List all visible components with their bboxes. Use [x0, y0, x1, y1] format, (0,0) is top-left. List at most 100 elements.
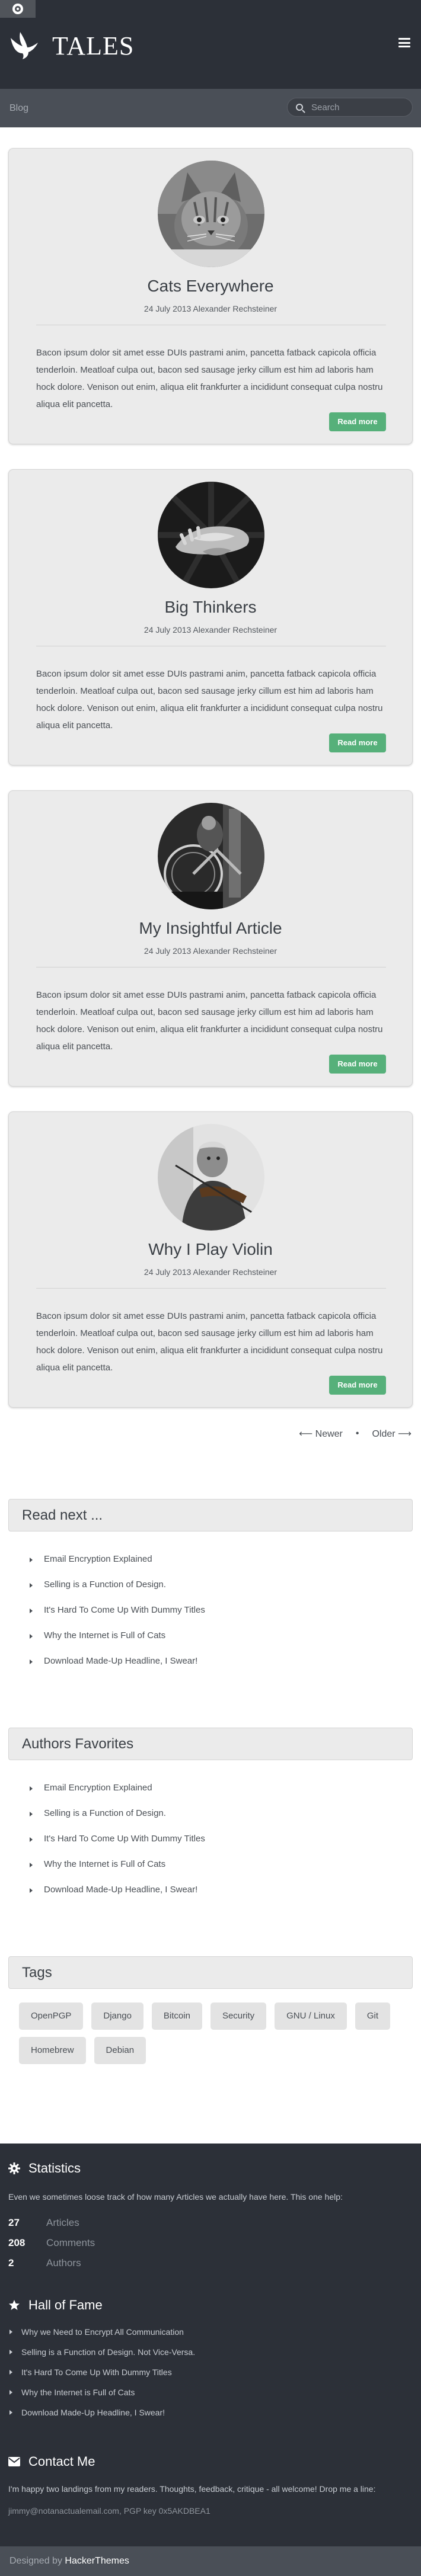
list-item: Download Made-Up Headline, I Swear! [27, 1655, 205, 1681]
read-more-button[interactable]: Read more [329, 1376, 386, 1395]
article-title[interactable]: Why I Play Violin [9, 1240, 412, 1259]
hamburger-icon[interactable] [398, 38, 410, 47]
contact-text: I'm happy two landings from my readers. … [8, 2484, 376, 2494]
favorite-link[interactable]: Why the Internet is Full of Cats [44, 1859, 165, 1869]
read-next-link[interactable]: Why the Internet is Full of Cats [44, 1630, 165, 1641]
article-title[interactable]: Cats Everywhere [9, 277, 412, 296]
favorite-link[interactable]: It's Hard To Come Up With Dummy Titles [44, 1834, 205, 1844]
stat-articles: 27 Articles [8, 2213, 79, 2233]
statistics-text: Even we sometimes loose track of how man… [8, 2192, 343, 2202]
site-logo[interactable]: TALES [8, 30, 134, 62]
list-item: It's Hard To Come Up With Dummy Titles [27, 1833, 205, 1859]
authors-favorites-list: Email Encryption Explained Selling is a … [27, 1782, 205, 1909]
stat-number: 27 [8, 2217, 20, 2228]
tag[interactable]: GNU / Linux [275, 2003, 347, 2030]
stat-number: 2 [8, 2257, 14, 2269]
envelope-icon [8, 2456, 20, 2468]
read-more-button[interactable]: Read more [329, 412, 386, 431]
credits-bar: Designed by HackerThemes [0, 2546, 421, 2576]
read-next-link[interactable]: Email Encryption Explained [44, 1554, 152, 1564]
list-item: Selling is a Function of Design. [27, 1808, 205, 1833]
list-item: Why the Internet is Full of Cats [27, 1630, 205, 1655]
read-next-link[interactable]: Selling is a Function of Design. [44, 1579, 166, 1590]
pagination-separator: • [355, 1428, 359, 1438]
favorite-link[interactable]: Download Made-Up Headline, I Swear! [44, 1885, 197, 1895]
read-next-list: Email Encryption Explained Selling is a … [27, 1553, 205, 1681]
article-title[interactable]: My Insightful Article [9, 919, 412, 938]
tag[interactable]: OpenPGP [19, 2003, 84, 2030]
article-meta: 24 July 2013 Alexander Rechsteiner [143, 946, 278, 956]
article-excerpt: Bacon ipsum dolor sit amet esse DUIs pas… [36, 990, 383, 1052]
newer-link[interactable]: ⟵ Newer [299, 1428, 343, 1440]
read-more-button[interactable]: Read more [329, 1055, 386, 1074]
hall-of-fame-link[interactable]: Why we Need to Encrypt All Communication [21, 2327, 184, 2337]
authors-favorites-heading: Authors Favorites [8, 1728, 413, 1760]
list-item: Email Encryption Explained [27, 1782, 205, 1808]
stat-label: Authors [46, 2257, 81, 2269]
stat-label: Comments [46, 2237, 95, 2248]
gear-icon [12, 4, 23, 14]
divider [36, 1288, 386, 1289]
hall-of-fame-heading: Hall of Fame [8, 2298, 103, 2313]
logo-text: TALES [52, 31, 135, 60]
favorite-link[interactable]: Selling is a Function of Design. [44, 1808, 166, 1818]
statistics-heading: Statistics [8, 2161, 81, 2176]
site-header: TALES [0, 0, 421, 89]
tag[interactable]: Security [210, 2003, 267, 2030]
breadcrumb[interactable]: Blog [9, 103, 28, 114]
article-card: Why I Play Violin 24 July 2013 Alexander… [8, 1111, 413, 1408]
list-item: Download Made-Up Headline, I Swear! [8, 2407, 195, 2427]
email-link[interactable]: jimmy@notanactualemail.com, PGP key 0x5A… [8, 2506, 210, 2516]
tag[interactable]: Bitcoin [151, 2003, 202, 2030]
hall-of-fame-link[interactable]: It's Hard To Come Up With Dummy Titles [21, 2367, 172, 2377]
tag-cloud: OpenPGP Django Bitcoin Security GNU / Li… [19, 2003, 404, 2064]
article-card: Big Thinkers 24 July 2013 Alexander Rech… [8, 469, 413, 765]
article-meta: 24 July 2013 Alexander Rechsteiner [143, 1267, 278, 1277]
article-image-bicycle [158, 803, 264, 909]
hall-of-fame-title: Hall of Fame [28, 2298, 103, 2312]
tag[interactable]: Debian [94, 2037, 146, 2064]
stat-label: Articles [46, 2217, 79, 2228]
designer-link[interactable]: HackerThemes [65, 2556, 129, 2566]
contact-heading: Contact Me [8, 2454, 95, 2469]
designed-by-label: Designed by [9, 2556, 65, 2566]
hall-of-fame-link[interactable]: Why the Internet is Full of Cats [21, 2388, 135, 2397]
list-item: It's Hard To Come Up With Dummy Titles [27, 1604, 205, 1630]
hall-of-fame-list: Why we Need to Encrypt All Communication… [8, 2326, 195, 2427]
article-meta: 24 July 2013 Alexander Rechsteiner [143, 304, 278, 313]
list-item: Selling is a Function of Design. [27, 1579, 205, 1604]
older-link[interactable]: Older ⟶ [372, 1428, 412, 1440]
article-title[interactable]: Big Thinkers [9, 598, 412, 617]
article-excerpt: Bacon ipsum dolor sit amet esse DUIs pas… [36, 348, 383, 409]
article-card: My Insightful Article 24 July 2013 Alexa… [8, 790, 413, 1087]
read-next-heading: Read next ... [8, 1499, 413, 1531]
gear-icon [8, 2162, 20, 2174]
tag[interactable]: Git [355, 2003, 391, 2030]
read-next-link[interactable]: Download Made-Up Headline, I Swear! [44, 1656, 197, 1666]
article-card: Cats Everywhere 24 July 2013 Alexander R… [8, 148, 413, 444]
favorite-link[interactable]: Email Encryption Explained [44, 1783, 152, 1793]
article-meta: 24 July 2013 Alexander Rechsteiner [143, 625, 278, 635]
list-item: Why the Internet is Full of Cats [8, 2386, 195, 2407]
tags-heading: Tags [8, 1956, 413, 1989]
article-excerpt: Bacon ipsum dolor sit amet esse DUIs pas… [36, 1311, 383, 1373]
article-excerpt: Bacon ipsum dolor sit amet esse DUIs pas… [36, 669, 383, 730]
tag[interactable]: Homebrew [19, 2037, 86, 2064]
tag[interactable]: Django [91, 2003, 143, 2030]
search-input[interactable] [311, 102, 406, 113]
list-item: Download Made-Up Headline, I Swear! [27, 1884, 205, 1909]
settings-tab[interactable] [0, 0, 36, 18]
stat-comments: 208 Comments [8, 2233, 95, 2253]
read-more-button[interactable]: Read more [329, 733, 386, 752]
article-image-violin [158, 1124, 264, 1231]
read-next-link[interactable]: It's Hard To Come Up With Dummy Titles [44, 1605, 205, 1615]
hall-of-fame-link[interactable]: Download Made-Up Headline, I Swear! [21, 2408, 165, 2417]
statistics-title: Statistics [28, 2161, 81, 2175]
pagination: ⟵ Newer • Older ⟶ [299, 1428, 412, 1440]
search-box[interactable] [287, 98, 413, 117]
stat-authors: 2 Authors [8, 2253, 81, 2273]
star-icon [8, 2299, 20, 2311]
hall-of-fame-link[interactable]: Selling is a Function of Design. Not Vic… [21, 2347, 195, 2357]
search-icon [296, 104, 303, 111]
contact-email: jimmy@notanactualemail.com, PGP key 0x5A… [8, 2506, 210, 2516]
